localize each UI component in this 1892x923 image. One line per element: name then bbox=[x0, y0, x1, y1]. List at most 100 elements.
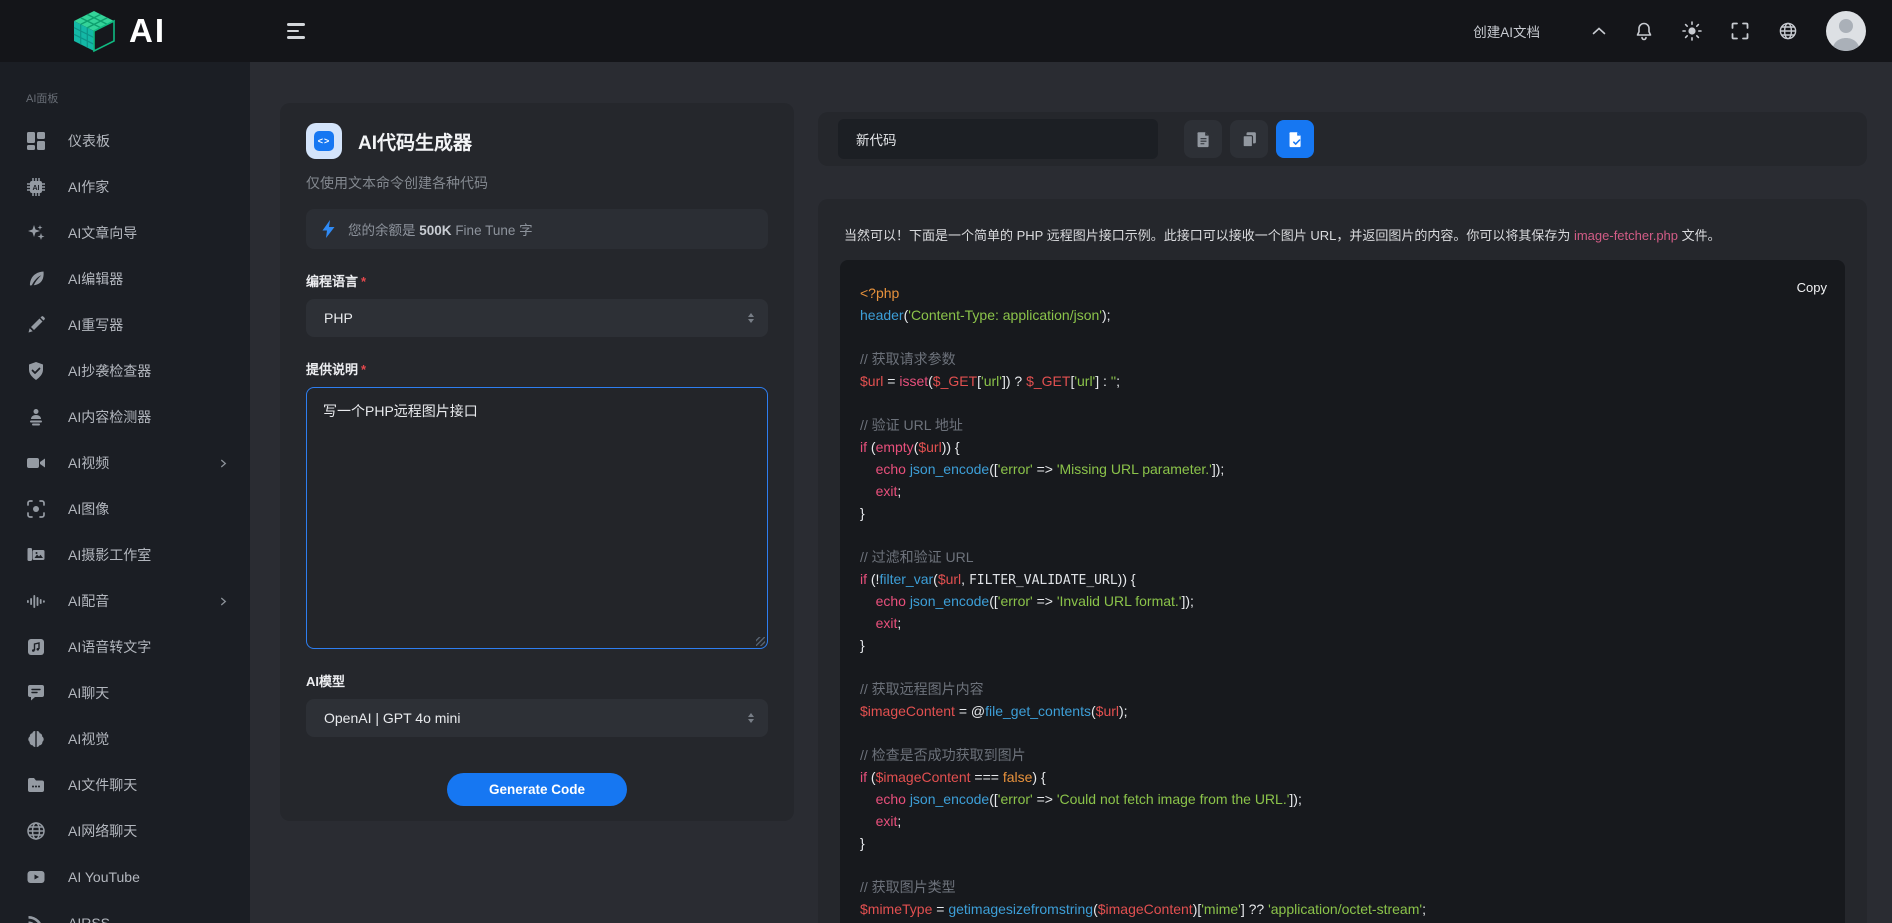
code-line: // 过滤和验证 URL bbox=[860, 546, 1825, 568]
shield-icon bbox=[26, 361, 46, 381]
code-line: } bbox=[860, 634, 1825, 656]
image-icon bbox=[26, 499, 46, 519]
page-title: AI代码生成器 bbox=[358, 128, 472, 155]
youtube-icon bbox=[26, 867, 46, 887]
sidebar-item-label: AI作家 bbox=[68, 177, 109, 197]
sidebar-item-youtube[interactable]: AI YouTube bbox=[0, 854, 250, 900]
logo-text: AI bbox=[129, 12, 166, 50]
balance-amount: 500K bbox=[419, 223, 451, 238]
ai-response-message: 当然可以！下面是一个简单的 PHP 远程图片接口示例。此接口可以接收一个图片 U… bbox=[840, 225, 1845, 244]
code-generator-form-card: <> AI代码生成器 仅使用文本命令创建各种代码 您的余额是 500K Fine… bbox=[280, 103, 794, 821]
sidebar-item-label: AI重写器 bbox=[68, 315, 123, 335]
chevron-up-icon[interactable] bbox=[1592, 24, 1606, 38]
sidebar-item-detector[interactable]: AI内容检测器 bbox=[0, 394, 250, 440]
copy-document-button[interactable] bbox=[1230, 120, 1268, 158]
brain-icon bbox=[26, 729, 46, 749]
sidebar-item-label: AI聊天 bbox=[68, 683, 109, 703]
code-line: if (empty($url)) { bbox=[860, 436, 1825, 458]
sidebar-item-globe[interactable]: AI网络聊天 bbox=[0, 808, 250, 854]
sidebar-nav: 仪表板 AI AI作家 AI文章向导 AI编辑器 AI重写器 AI抄袭检查器 AI内容检测器 A… bbox=[0, 118, 250, 923]
language-globe-icon[interactable] bbox=[1778, 21, 1798, 41]
sidebar-toggle-button[interactable] bbox=[287, 23, 305, 38]
header-actions: 创建AI文档 bbox=[1473, 11, 1892, 51]
chevron-right-icon bbox=[219, 459, 228, 468]
code-line: echo json_encode(['error' => 'Missing UR… bbox=[860, 458, 1825, 480]
code-line bbox=[860, 524, 1825, 546]
fullscreen-icon[interactable] bbox=[1730, 21, 1750, 41]
sidebar-item-label: AI内容检测器 bbox=[68, 407, 151, 427]
camera-icon bbox=[26, 545, 46, 565]
sidebar-item-label: AI YouTube bbox=[68, 869, 140, 885]
sidebar-item-shield[interactable]: AI抄袭检查器 bbox=[0, 348, 250, 394]
sidebar-item-camera[interactable]: AI摄影工作室 bbox=[0, 532, 250, 578]
code-line: } bbox=[860, 832, 1825, 854]
sidebar-item-label: AIRSS bbox=[68, 915, 110, 923]
generated-code-card: 当然可以！下面是一个简单的 PHP 远程图片接口示例。此接口可以接收一个图片 U… bbox=[818, 199, 1867, 923]
required-asterisk: * bbox=[361, 362, 366, 377]
sidebar-item-label: AI图像 bbox=[68, 499, 109, 519]
rss-icon bbox=[26, 913, 46, 923]
code-line: echo json_encode(['error' => 'Invalid UR… bbox=[860, 590, 1825, 612]
code-line: // 获取图片类型 bbox=[860, 876, 1825, 898]
sidebar-item-transcribe[interactable]: AI语音转文字 bbox=[0, 624, 250, 670]
code-line: exit; bbox=[860, 810, 1825, 832]
sidebar-item-label: AI语音转文字 bbox=[68, 637, 151, 657]
sidebar-item-chip[interactable]: AI AI作家 bbox=[0, 164, 250, 210]
pencil-icon bbox=[26, 315, 46, 335]
sidebar-item-video[interactable]: AI视频 bbox=[0, 440, 250, 486]
sidebar: AI面板 仪表板AIAI作家AI文章向导AI编辑器AI重写器AI抄袭检查器AI内… bbox=[0, 62, 250, 923]
chip-icon: AI bbox=[26, 177, 46, 197]
generate-code-button[interactable]: Generate Code bbox=[447, 773, 627, 806]
sidebar-item-feather[interactable]: AI编辑器 bbox=[0, 256, 250, 302]
code-line: if (!filter_var($url, FILTER_VALIDATE_UR… bbox=[860, 568, 1825, 590]
description-label: 提供说明* bbox=[306, 359, 768, 378]
sidebar-item-rss[interactable]: AIRSS bbox=[0, 900, 250, 923]
theme-sun-icon[interactable] bbox=[1682, 21, 1702, 41]
code-line bbox=[860, 392, 1825, 414]
document-name-input[interactable] bbox=[838, 119, 1158, 159]
sidebar-item-label: AI视频 bbox=[68, 453, 109, 473]
sidebar-item-label: AI视觉 bbox=[68, 729, 109, 749]
document-icon bbox=[1195, 131, 1212, 148]
code-line bbox=[860, 854, 1825, 876]
create-ai-doc-link[interactable]: 创建AI文档 bbox=[1473, 21, 1540, 41]
copy-icon bbox=[1241, 131, 1258, 148]
code-line: echo json_encode(['error' => 'Could not … bbox=[860, 788, 1825, 810]
code-line bbox=[860, 326, 1825, 348]
model-select[interactable]: OpenAI | GPT 4o mini bbox=[306, 699, 768, 737]
code-brackets-icon: <> bbox=[306, 123, 342, 159]
copy-code-button[interactable]: Copy bbox=[1797, 280, 1827, 295]
code-line: } bbox=[860, 502, 1825, 524]
code-line: // 检查是否成功获取到图片 bbox=[860, 744, 1825, 766]
chat-icon bbox=[26, 683, 46, 703]
dashboard-icon bbox=[26, 131, 46, 151]
feather-icon bbox=[26, 269, 46, 289]
code-line bbox=[860, 722, 1825, 744]
message-text: 当然可以！下面是一个简单的 PHP 远程图片接口示例。此接口可以接收一个图片 U… bbox=[844, 228, 1574, 243]
sidebar-item-dashboard[interactable]: 仪表板 bbox=[0, 118, 250, 164]
language-select-value: PHP bbox=[324, 310, 353, 326]
waveform-icon bbox=[26, 591, 46, 611]
sidebar-item-label: AI编辑器 bbox=[68, 269, 123, 289]
sidebar-item-chat[interactable]: AI聊天 bbox=[0, 670, 250, 716]
code-block: Copy <?phpheader('Content-Type: applicat… bbox=[840, 260, 1845, 923]
sidebar-item-label: AI摄影工作室 bbox=[68, 545, 151, 565]
sidebar-item-sparkles[interactable]: AI文章向导 bbox=[0, 210, 250, 256]
select-caret-icon bbox=[748, 313, 754, 324]
sidebar-item-brain[interactable]: AI视觉 bbox=[0, 716, 250, 762]
balance-banner: 您的余额是 500K Fine Tune 字 bbox=[306, 209, 768, 249]
sidebar-item-label: AI文章向导 bbox=[68, 223, 137, 243]
app-logo: AI bbox=[0, 9, 250, 53]
notifications-bell-icon[interactable] bbox=[1634, 21, 1654, 41]
language-select[interactable]: PHP bbox=[306, 299, 768, 337]
sidebar-item-pencil[interactable]: AI重写器 bbox=[0, 302, 250, 348]
svg-text:AI: AI bbox=[33, 185, 40, 192]
sidebar-item-waveform[interactable]: AI配音 bbox=[0, 578, 250, 624]
user-avatar[interactable] bbox=[1826, 11, 1866, 51]
new-document-button[interactable] bbox=[1184, 120, 1222, 158]
save-document-button[interactable] bbox=[1276, 120, 1314, 158]
balance-text: 您的余额是 500K Fine Tune 字 bbox=[348, 219, 533, 239]
description-textarea[interactable]: 写一个PHP远程图片接口 bbox=[306, 387, 768, 649]
sidebar-item-folder[interactable]: AI文件聊天 bbox=[0, 762, 250, 808]
sidebar-item-image[interactable]: AI图像 bbox=[0, 486, 250, 532]
